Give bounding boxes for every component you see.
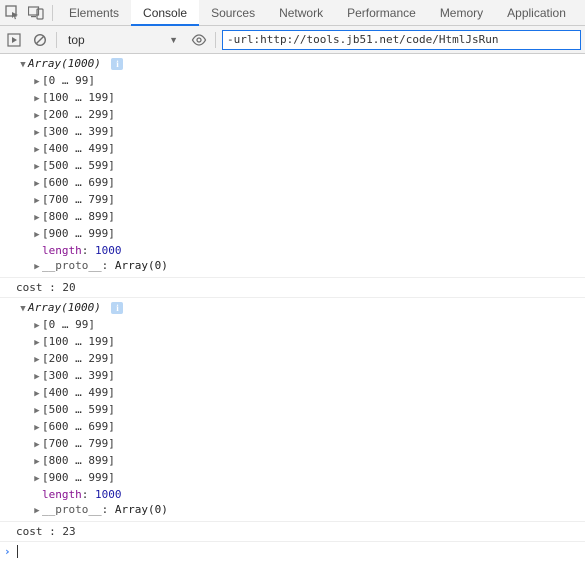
array-range[interactable]: [300 … 399]	[42, 369, 115, 382]
tab-sources[interactable]: Sources	[199, 0, 267, 26]
array-range[interactable]: [600 … 699]	[42, 176, 115, 189]
array-range[interactable]: [900 … 999]	[42, 471, 115, 484]
array-range[interactable]: [500 … 599]	[42, 403, 115, 416]
expand-toggle[interactable]	[32, 319, 42, 334]
expand-toggle[interactable]	[32, 109, 42, 124]
property-value[interactable]: Array(0)	[115, 259, 168, 272]
info-icon[interactable]	[111, 302, 123, 314]
devtools-tabbar: Elements Console Sources Network Perform…	[0, 0, 585, 26]
text-cursor	[17, 545, 18, 558]
array-range[interactable]: [700 … 799]	[42, 193, 115, 206]
property-key: __proto__	[42, 259, 102, 272]
expand-toggle[interactable]	[18, 302, 28, 317]
divider	[56, 32, 57, 48]
console-message: cost : 23	[0, 522, 585, 542]
array-range[interactable]: [400 … 499]	[42, 386, 115, 399]
expand-toggle[interactable]	[32, 455, 42, 470]
array-range[interactable]: [200 … 299]	[42, 352, 115, 365]
play-icon[interactable]	[4, 30, 24, 50]
expand-toggle[interactable]	[32, 472, 42, 487]
array-range[interactable]: [0 … 99]	[42, 74, 95, 87]
expand-toggle[interactable]	[32, 92, 42, 107]
filter-input[interactable]	[222, 30, 581, 50]
expand-toggle[interactable]	[32, 370, 42, 385]
expand-toggle[interactable]	[32, 260, 42, 275]
console-toolbar: top ▼	[0, 26, 585, 54]
array-range[interactable]: [900 … 999]	[42, 227, 115, 240]
array-range[interactable]: [400 … 499]	[42, 142, 115, 155]
expand-toggle[interactable]	[32, 438, 42, 453]
expand-toggle[interactable]	[32, 421, 42, 436]
context-label: top	[68, 33, 85, 47]
property-value: 1000	[95, 244, 122, 257]
clear-icon[interactable]	[30, 30, 50, 50]
eye-icon[interactable]	[189, 30, 209, 50]
tab-application[interactable]: Application	[495, 0, 578, 26]
inspect-icon[interactable]	[0, 0, 24, 26]
expand-toggle[interactable]	[32, 177, 42, 192]
console-prompt[interactable]: ›	[0, 542, 585, 561]
expand-toggle[interactable]	[32, 126, 42, 141]
array-range[interactable]: [100 … 199]	[42, 91, 115, 104]
tab-elements[interactable]: Elements	[57, 0, 131, 26]
array-range[interactable]: [0 … 99]	[42, 318, 95, 331]
expand-toggle[interactable]	[18, 58, 28, 73]
property-value: 1000	[95, 488, 122, 501]
expand-toggle[interactable]	[32, 75, 42, 90]
console-message: cost : 20	[0, 278, 585, 298]
property-key: length	[42, 244, 82, 257]
array-header[interactable]: Array(1000)	[28, 57, 101, 70]
expand-toggle[interactable]	[32, 336, 42, 351]
chevron-down-icon: ▼	[169, 35, 178, 45]
property-value[interactable]: Array(0)	[115, 503, 168, 516]
expand-toggle[interactable]	[32, 211, 42, 226]
array-range[interactable]: [800 … 899]	[42, 454, 115, 467]
property-key: __proto__	[42, 503, 102, 516]
console-message: Array(1000) [0 … 99] [100 … 199] [200 … 29…	[0, 54, 585, 278]
property-key: length	[42, 488, 82, 501]
device-icon[interactable]	[24, 0, 48, 26]
expand-toggle[interactable]	[32, 143, 42, 158]
expand-toggle[interactable]	[32, 160, 42, 175]
context-selector[interactable]: top ▼	[63, 31, 183, 49]
expand-toggle[interactable]	[32, 404, 42, 419]
expand-toggle[interactable]	[32, 228, 42, 243]
tab-performance[interactable]: Performance	[335, 0, 428, 26]
array-range[interactable]: [200 … 299]	[42, 108, 115, 121]
info-icon[interactable]	[111, 58, 123, 70]
expand-toggle[interactable]	[32, 353, 42, 368]
array-range[interactable]: [500 … 599]	[42, 159, 115, 172]
expand-toggle[interactable]	[32, 387, 42, 402]
array-range[interactable]: [600 … 699]	[42, 420, 115, 433]
array-range[interactable]: [800 … 899]	[42, 210, 115, 223]
tab-network[interactable]: Network	[267, 0, 335, 26]
tab-memory[interactable]: Memory	[428, 0, 495, 26]
array-range[interactable]: [100 … 199]	[42, 335, 115, 348]
array-range[interactable]: [700 … 799]	[42, 437, 115, 450]
console-output: Array(1000) [0 … 99] [100 … 199] [200 … 29…	[0, 54, 585, 583]
console-message: Array(1000) [0 … 99] [100 … 199] [200 … 29…	[0, 298, 585, 522]
expand-toggle[interactable]	[32, 194, 42, 209]
chevron-right-icon: ›	[4, 545, 11, 558]
expand-toggle[interactable]	[32, 504, 42, 519]
array-header[interactable]: Array(1000)	[28, 301, 101, 314]
divider	[52, 5, 53, 21]
array-range[interactable]: [300 … 399]	[42, 125, 115, 138]
tab-console[interactable]: Console	[131, 0, 199, 26]
divider	[215, 32, 216, 48]
